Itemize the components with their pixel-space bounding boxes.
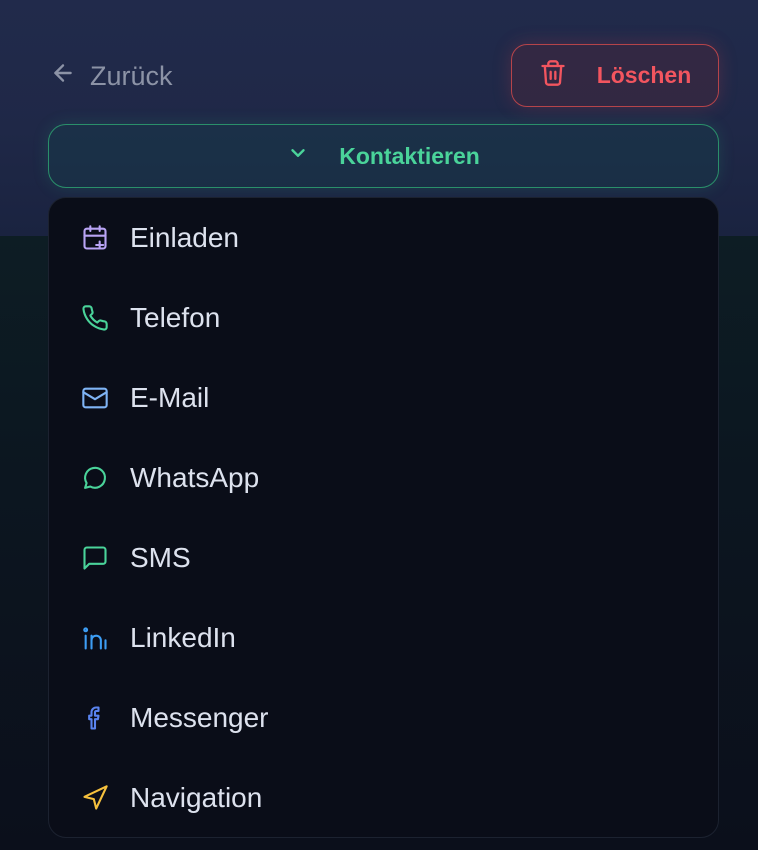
menu-item-label: Telefon [130, 302, 221, 333]
linkedin-icon [81, 624, 109, 652]
contact-dropdown-button[interactable]: Kontaktieren [48, 124, 719, 188]
contact-label: Kontaktieren [339, 142, 480, 169]
menu-item-sms[interactable]: SMS [49, 518, 718, 598]
menu-item-label: SMS [130, 542, 191, 573]
menu-item-label: WhatsApp [130, 462, 260, 493]
menu-item-whatsapp[interactable]: WhatsApp [49, 438, 718, 518]
delete-label: Löschen [596, 62, 692, 88]
menu-item-label: LinkedIn [130, 622, 236, 653]
menu-item-messenger[interactable]: Messenger [49, 678, 718, 758]
facebook-icon [81, 704, 109, 732]
arrow-left-icon [50, 60, 76, 93]
trash-icon [539, 59, 567, 93]
contact-menu: Einladen Telefon E-Mail WhatsApp SMS Lin… [48, 197, 719, 838]
menu-item-label: Messenger [130, 702, 269, 733]
menu-item-telefon[interactable]: Telefon [49, 278, 718, 358]
menu-item-einladen[interactable]: Einladen [49, 198, 718, 278]
menu-item-email[interactable]: E-Mail [49, 358, 718, 438]
menu-item-navigation[interactable]: Navigation [49, 758, 718, 837]
menu-item-label: Navigation [130, 782, 263, 813]
menu-item-label: Einladen [130, 222, 239, 253]
whatsapp-icon [81, 464, 109, 492]
back-label: Zurück [90, 60, 173, 91]
menu-item-linkedin[interactable]: LinkedIn [49, 598, 718, 678]
menu-item-label: E-Mail [130, 382, 210, 413]
calendar-plus-icon [81, 224, 109, 252]
message-square-icon [81, 544, 109, 572]
delete-button[interactable]: Löschen [511, 44, 719, 107]
chevron-down-icon [287, 142, 309, 170]
phone-icon [81, 304, 109, 332]
navigation-icon [81, 784, 109, 812]
back-button[interactable]: Zurück [50, 56, 173, 96]
mail-icon [81, 384, 109, 412]
